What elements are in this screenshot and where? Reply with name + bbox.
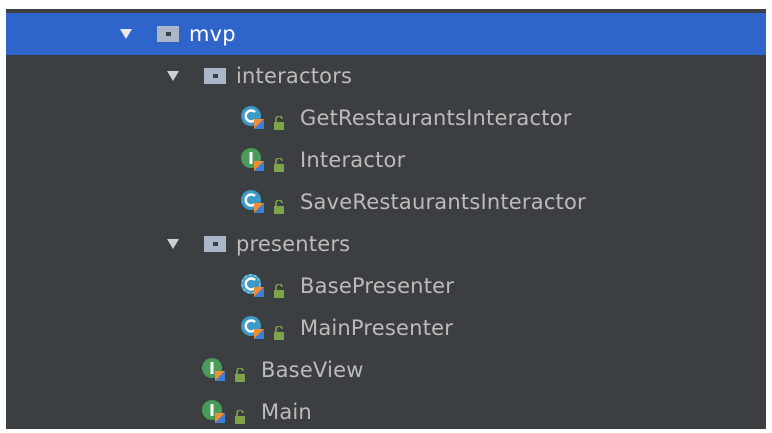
expand-arrow-icon[interactable] bbox=[166, 69, 180, 83]
tree-node-label: MainPresenter bbox=[300, 316, 454, 340]
lock-icon bbox=[235, 405, 245, 424]
kotlin-abstract-class-icon bbox=[240, 273, 266, 299]
tree-node-interactors[interactable]: interactors bbox=[6, 55, 766, 97]
lock-icon bbox=[274, 111, 284, 130]
kotlin-class-icon bbox=[240, 315, 266, 341]
tree-node-label: SaveRestaurantsInteractor bbox=[300, 190, 586, 214]
lock-icon bbox=[274, 195, 284, 214]
tree-node-save-restaurants-interactor[interactable]: SaveRestaurantsInteractor bbox=[6, 181, 766, 223]
tree-node-label: Interactor bbox=[300, 148, 406, 172]
lock-icon bbox=[274, 279, 284, 298]
kotlin-interface-icon bbox=[201, 399, 227, 425]
tree-node-label: presenters bbox=[236, 232, 351, 256]
folder-icon bbox=[157, 25, 181, 43]
expand-arrow-icon[interactable] bbox=[166, 237, 180, 251]
tree-node-presenters[interactable]: presenters bbox=[6, 223, 766, 265]
tree-node-base-view[interactable]: BaseView bbox=[6, 349, 766, 391]
kotlin-class-icon bbox=[240, 105, 266, 131]
lock-icon bbox=[235, 363, 245, 382]
tree-node-label: BasePresenter bbox=[300, 274, 455, 298]
tree-node-label: BaseView bbox=[261, 358, 364, 382]
tree-node-label: GetRestaurantsInteractor bbox=[300, 106, 572, 130]
tree-node-main[interactable]: Main bbox=[6, 391, 766, 433]
expand-arrow-icon[interactable] bbox=[119, 27, 133, 41]
folder-icon bbox=[204, 235, 228, 253]
kotlin-interface-icon bbox=[240, 147, 266, 173]
project-tree-panel: mvp interactors GetRestaurantsInteractor bbox=[6, 9, 766, 429]
tree-node-interactor[interactable]: Interactor bbox=[6, 139, 766, 181]
kotlin-class-icon bbox=[240, 189, 266, 215]
tree-node-mvp[interactable]: mvp bbox=[6, 13, 766, 55]
tree-node-label: Main bbox=[261, 400, 312, 424]
kotlin-interface-icon bbox=[201, 357, 227, 383]
lock-icon bbox=[274, 321, 284, 340]
tree-node-main-presenter[interactable]: MainPresenter bbox=[6, 307, 766, 349]
tree-node-label: mvp bbox=[189, 22, 236, 46]
tree-node-get-restaurants-interactor[interactable]: GetRestaurantsInteractor bbox=[6, 97, 766, 139]
folder-icon bbox=[204, 67, 228, 85]
tree-node-base-presenter[interactable]: BasePresenter bbox=[6, 265, 766, 307]
tree-node-label: interactors bbox=[236, 64, 353, 88]
lock-icon bbox=[274, 153, 284, 172]
